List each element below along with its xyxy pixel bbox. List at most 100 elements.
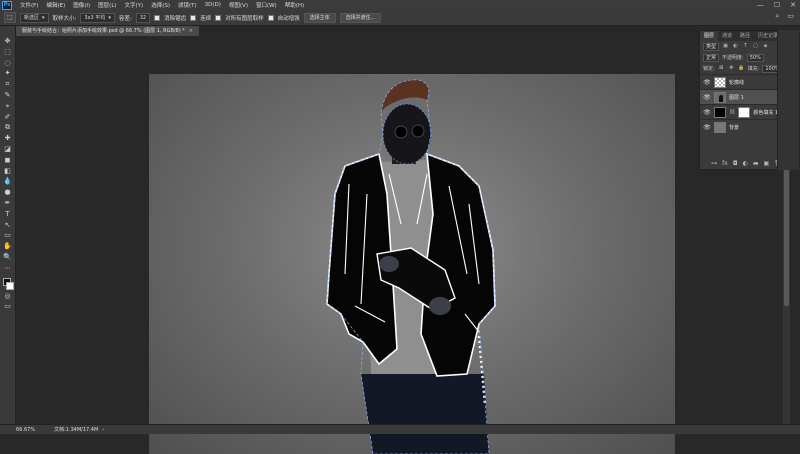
auto-enhance-label: 自动增强 (277, 15, 300, 22)
menu-window[interactable]: 窗口(W) (252, 1, 281, 9)
adjustment-layer-icon[interactable]: ◐ (743, 160, 748, 167)
shape-tool-icon[interactable]: ▭ (2, 230, 14, 241)
auto-enhance-checkbox[interactable] (267, 14, 274, 21)
background-color-swatch[interactable] (5, 281, 14, 290)
link-icon: ⛓ (729, 109, 736, 115)
lock-pixels-icon[interactable]: ⊠ (718, 65, 725, 72)
menu-file[interactable]: 文件(F) (16, 1, 42, 9)
visibility-eye-icon[interactable]: 👁 (703, 124, 711, 131)
right-hand-shape (429, 297, 451, 315)
layer-mask-thumbnail (738, 106, 751, 118)
selection-mode-select[interactable]: 新选区 ▾ (20, 12, 49, 23)
crop-tool-icon[interactable]: ⌗ (2, 79, 14, 90)
close-icon[interactable]: ✕ (790, 1, 796, 9)
add-mask-icon[interactable]: ◘ (733, 160, 738, 167)
maximize-icon[interactable]: ☐ (774, 1, 780, 9)
anti-alias-checkbox[interactable] (154, 14, 161, 21)
sample-size-select[interactable]: 3x3 平均 ▾ (80, 12, 115, 23)
hand-tool-icon[interactable]: ✋ (2, 241, 14, 252)
menu-edit[interactable]: 编辑(E) (42, 1, 69, 9)
document-tab-title: 服装与手绘结合：给照片添加手绘效果.psd @ 66.7% (图层 1, RGB… (22, 28, 185, 34)
select-and-mask-button[interactable]: 选择并遮住... (339, 12, 382, 23)
all-layers-label: 对所有图层取样 (225, 15, 264, 22)
lasso-tool-icon[interactable]: ◌ (2, 58, 14, 69)
screen-mode-icon[interactable]: ▭ (2, 301, 14, 312)
tab-channels[interactable]: 通道 (718, 31, 736, 41)
menu-select[interactable]: 选择(S) (147, 1, 174, 9)
jeans-shape (361, 374, 489, 454)
contiguous-checkbox[interactable] (190, 14, 197, 21)
eraser-tool-icon[interactable]: ◪ (2, 144, 14, 155)
gradient-tool-icon[interactable]: ◼ (2, 155, 14, 166)
tolerance-input[interactable]: 32 (135, 12, 151, 23)
menu-layer[interactable]: 图层(L) (94, 1, 120, 9)
document-tab-bar: 服装与手绘结合：给照片添加手绘效果.psd @ 66.7% (图层 1, RGB… (16, 26, 699, 36)
healing-tool-icon[interactable]: ⌖ (2, 101, 14, 112)
menu-bar: Ps 文件(F) 编辑(E) 图像(I) 图层(L) 文字(Y) 选择(S) 滤… (0, 0, 800, 10)
select-subject-button[interactable]: 选择主体 (303, 12, 336, 23)
left-hand-shape (379, 256, 399, 272)
window-controls: — ☐ ✕ (757, 0, 796, 10)
tab-paths[interactable]: 路径 (736, 31, 754, 41)
stamp-tool-icon[interactable]: ⧉ (2, 122, 14, 133)
move-tool-icon[interactable]: ✥ (2, 36, 14, 47)
quick-mask-icon[interactable]: ◎ (2, 291, 14, 302)
pixel-filter-icon[interactable]: ▣ (722, 43, 729, 50)
lock-all-icon[interactable]: 🔒 (738, 65, 745, 72)
document-canvas[interactable] (149, 74, 675, 454)
brush-tool-icon[interactable]: ✐ (2, 112, 14, 123)
visibility-eye-icon[interactable]: 👁 (703, 94, 711, 101)
adjust-filter-icon[interactable]: ◐ (732, 43, 739, 50)
new-group-icon[interactable]: ▬ (753, 160, 759, 167)
history-brush-tool-icon[interactable]: ✚ (2, 133, 14, 144)
fill-label: 填充: (747, 66, 760, 72)
shape-filter-icon[interactable]: ▢ (752, 43, 759, 50)
sunglass-left-lens (394, 125, 408, 139)
menu-type[interactable]: 文字(Y) (121, 1, 148, 9)
workspace-icon[interactable]: ▭ (787, 12, 794, 21)
close-tab-icon[interactable]: × (189, 28, 193, 34)
menu-3d[interactable]: 3D(D) (201, 2, 225, 8)
visibility-eye-icon[interactable]: 👁 (703, 109, 711, 116)
minimize-icon[interactable]: — (757, 1, 764, 9)
pen-tool-icon[interactable]: ✒ (2, 198, 14, 209)
search-icon[interactable]: ⌕ (775, 12, 779, 21)
color-swatches[interactable] (2, 277, 14, 291)
menu-filter[interactable]: 滤镜(T) (174, 1, 201, 9)
link-layers-icon[interactable]: ⊶ (711, 160, 717, 167)
dodge-tool-icon[interactable]: 💧 (2, 176, 14, 187)
zoom-tool-icon[interactable]: 🔍 (2, 252, 14, 263)
blend-mode-select[interactable]: 正常 (703, 53, 720, 62)
type-tool-icon[interactable]: T (2, 209, 14, 220)
eyedropper-tool-icon[interactable]: ✎ (2, 90, 14, 101)
marquee-tool-icon[interactable]: ⬚ (2, 47, 14, 58)
blur-tool-icon[interactable]: ◧ (2, 166, 14, 177)
tool-preset-icon[interactable]: ⬚ (4, 12, 16, 23)
fx-icon[interactable]: fx (722, 160, 728, 167)
more-tools-icon[interactable]: ⋯ (2, 263, 14, 274)
layer-name: 轮廓线 (729, 79, 745, 86)
status-menu-arrow-icon[interactable]: › (102, 427, 104, 433)
tolerance-label: 容差: (118, 15, 132, 22)
opacity-input[interactable]: 50% (746, 53, 764, 62)
layer-kind-filter[interactable]: 类型 (703, 42, 720, 51)
type-filter-icon[interactable]: T (742, 43, 749, 50)
path-select-tool-icon[interactable]: ↖ (2, 220, 14, 231)
pen-point-tool-icon[interactable]: ● (2, 187, 14, 198)
sample-size-label: 取样大小: (52, 15, 77, 22)
quick-select-tool-icon[interactable]: ✦ (2, 68, 14, 79)
menu-help[interactable]: 帮助(H) (281, 1, 308, 9)
visibility-eye-icon[interactable]: 👁 (703, 79, 711, 86)
layer-name: 颜色填充 1 (753, 109, 779, 116)
lock-position-icon[interactable]: ✥ (728, 65, 735, 72)
all-layers-checkbox[interactable] (215, 14, 222, 21)
options-right-icons: ⌕ ▭ (775, 12, 794, 21)
opacity-label: 不透明度: (722, 55, 744, 61)
menu-view[interactable]: 视图(V) (225, 1, 252, 9)
tab-layers[interactable]: 图层 (700, 31, 719, 41)
zoom-level[interactable]: 66.67% (16, 427, 42, 433)
smart-filter-icon[interactable]: ◈ (762, 43, 769, 50)
document-tab[interactable]: 服装与手绘结合：给照片添加手绘效果.psd @ 66.7% (图层 1, RGB… (16, 26, 199, 36)
menu-image[interactable]: 图像(I) (69, 1, 94, 9)
new-layer-icon[interactable]: ▣ (764, 160, 770, 167)
